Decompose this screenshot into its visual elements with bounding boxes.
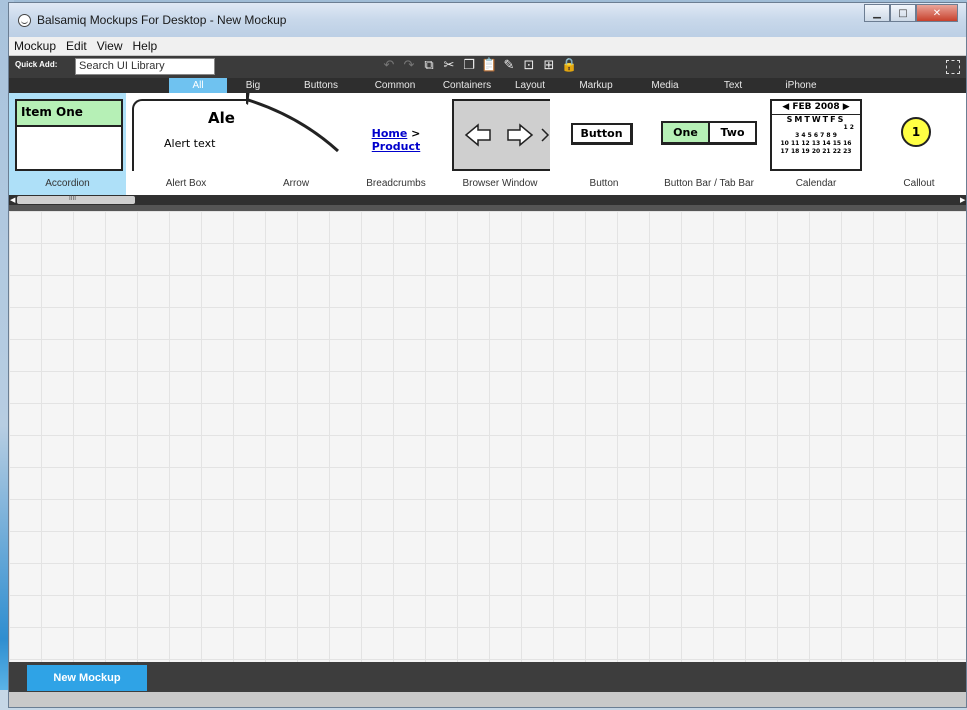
tab-common[interactable]: Common <box>365 78 425 93</box>
minimize-icon: ▁ <box>873 7 881 19</box>
tab-layout[interactable]: Layout <box>505 78 555 93</box>
app-window: Balsamiq Mockups For Desktop - New Mocku… <box>8 2 967 708</box>
calendar-row: 10 11 12 13 14 15 16 <box>780 140 852 147</box>
alert-text: Alert text <box>164 137 216 150</box>
alert-box-preview: Ale Alert text <box>132 99 246 171</box>
tab-all[interactable]: All <box>169 78 227 93</box>
library-item-breadcrumbs[interactable]: Home > Product Breadcrumbs <box>346 93 446 195</box>
minimize-button[interactable]: ▁ <box>864 4 890 22</box>
new-mockup-tab[interactable]: New Mockup <box>27 665 147 691</box>
menu-bar: Mockup Edit View Help <box>9 37 966 56</box>
edit-toolbar: ↶ ↷ ⧉ ✂ ❐ 📋 ✎ ⊡ ⊞ 🔒 <box>381 58 578 74</box>
library-item-browser-window[interactable]: Browser Window <box>450 93 550 195</box>
browser-nav-arrows-icon <box>464 123 550 147</box>
group-icon[interactable]: ⊡ <box>521 58 537 74</box>
tab-media[interactable]: Media <box>643 78 687 93</box>
library-item-alert-box[interactable]: Ale Alert text Alert Box <box>126 93 246 195</box>
library-item-label: Browser Window <box>462 178 538 189</box>
maximize-button[interactable]: □ <box>890 4 916 22</box>
paste-icon[interactable]: 📋 <box>481 58 497 74</box>
title-bar: Balsamiq Mockups For Desktop - New Mocku… <box>9 3 966 37</box>
library-item-label: Calendar <box>795 178 837 189</box>
callout-preview: 1 <box>901 117 931 147</box>
library-item-button-bar[interactable]: One Two Button Bar / Tab Bar <box>649 93 769 195</box>
breadcrumb-product: Product <box>371 140 421 153</box>
button-preview: Button <box>571 123 633 145</box>
menu-view[interactable]: View <box>92 37 128 55</box>
calendar-row: 1 2 <box>843 124 854 131</box>
browser-window-preview <box>452 99 550 171</box>
ungroup-icon[interactable]: ⊞ <box>541 58 557 74</box>
calendar-month: ◀ FEB 2008 ▶ <box>772 101 860 115</box>
library-scrollbar[interactable]: ◀ IIII ▶ <box>9 195 966 205</box>
tab-iphone[interactable]: iPhone <box>779 78 823 93</box>
redo-icon[interactable]: ↷ <box>401 58 417 74</box>
window-controls: ▁ □ ✕ <box>864 4 958 22</box>
button-bar-tab-one: One <box>663 123 710 142</box>
menu-mockup[interactable]: Mockup <box>9 37 61 55</box>
calendar-row: 3 4 5 6 7 8 9 <box>795 132 837 139</box>
edit-icon[interactable]: ✎ <box>501 58 517 74</box>
library-item-label: Arrow <box>282 178 310 189</box>
scrollbar-thumb[interactable]: IIII <box>17 195 135 204</box>
calendar-row: 17 18 19 20 21 22 23 <box>780 148 852 155</box>
library-item-calendar[interactable]: ◀ FEB 2008 ▶ SMTWTFS 1 2 3 4 5 6 7 8 9 1… <box>766 93 866 195</box>
copy-icon[interactable]: ❐ <box>461 58 477 74</box>
scroll-right-icon[interactable]: ▶ <box>960 195 966 205</box>
breadcrumb-home: Home <box>371 127 408 140</box>
tab-text[interactable]: Text <box>715 78 751 93</box>
library-item-label: Button <box>589 178 619 189</box>
button-bar-tab-two: Two <box>720 126 745 139</box>
ui-library-strip: Item One Accordion Ale Alert text Alert … <box>9 93 966 195</box>
maximize-icon: □ <box>898 7 908 19</box>
library-item-label: Breadcrumbs <box>366 178 426 189</box>
tab-big[interactable]: Big <box>233 78 273 93</box>
tab-containers[interactable]: Containers <box>433 78 501 93</box>
library-item-label: Alert Box <box>165 178 207 189</box>
breadcrumbs-preview: Home > Product <box>346 127 446 153</box>
menu-help[interactable]: Help <box>128 37 163 55</box>
calendar-preview: ◀ FEB 2008 ▶ SMTWTFS 1 2 3 4 5 6 7 8 9 1… <box>770 99 862 171</box>
accordion-header: Item One <box>17 101 121 127</box>
library-item-button[interactable]: Button Button <box>559 93 649 195</box>
cut-icon[interactable]: ✂ <box>441 58 457 74</box>
quick-add-search-input[interactable]: Search UI Library <box>75 58 215 75</box>
library-item-callout[interactable]: 1 Callout <box>879 93 959 195</box>
tab-markup[interactable]: Markup <box>569 78 623 93</box>
calendar-month-label: FEB 2008 <box>792 102 840 112</box>
button-bar-preview: One Two <box>661 121 757 145</box>
menu-edit[interactable]: Edit <box>61 37 92 55</box>
mockup-tabs-bar: New Mockup <box>9 662 966 692</box>
quick-add-toolbar: Quick Add: Search UI Library ↶ ↷ ⧉ ✂ ❐ 📋… <box>9 56 966 78</box>
mockup-canvas[interactable] <box>9 211 966 662</box>
library-item-accordion[interactable]: Item One Accordion <box>9 93 126 195</box>
scroll-left-icon[interactable]: ◀ <box>10 195 16 205</box>
category-tabs: All Big Buttons Common Containers Layout… <box>9 78 966 93</box>
library-item-label: Button Bar / Tab Bar <box>664 178 754 189</box>
close-icon: ✕ <box>932 7 942 19</box>
arrow-preview <box>246 93 340 153</box>
close-button[interactable]: ✕ <box>916 4 958 22</box>
undo-icon[interactable]: ↶ <box>381 58 397 74</box>
scrollbar-grip: IIII <box>69 195 77 202</box>
duplicate-icon[interactable]: ⧉ <box>421 58 437 74</box>
alert-heading: Ale <box>208 109 235 127</box>
calendar-weekdays: SMTWTFS <box>786 115 846 124</box>
accordion-preview: Item One <box>15 99 123 171</box>
window-title: Balsamiq Mockups For Desktop - New Mocku… <box>37 13 287 27</box>
library-item-arrow[interactable]: Arrow <box>246 93 346 195</box>
breadcrumb-separator: > <box>411 127 421 140</box>
app-logo-icon <box>18 14 31 27</box>
fullscreen-icon[interactable] <box>946 60 960 74</box>
tab-buttons[interactable]: Buttons <box>291 78 351 93</box>
quick-add-label: Quick Add: <box>15 60 58 69</box>
library-item-label: Callout <box>903 178 935 189</box>
status-bar <box>9 692 966 707</box>
lock-icon[interactable]: 🔒 <box>561 58 577 74</box>
library-item-label: Accordion <box>45 178 90 189</box>
